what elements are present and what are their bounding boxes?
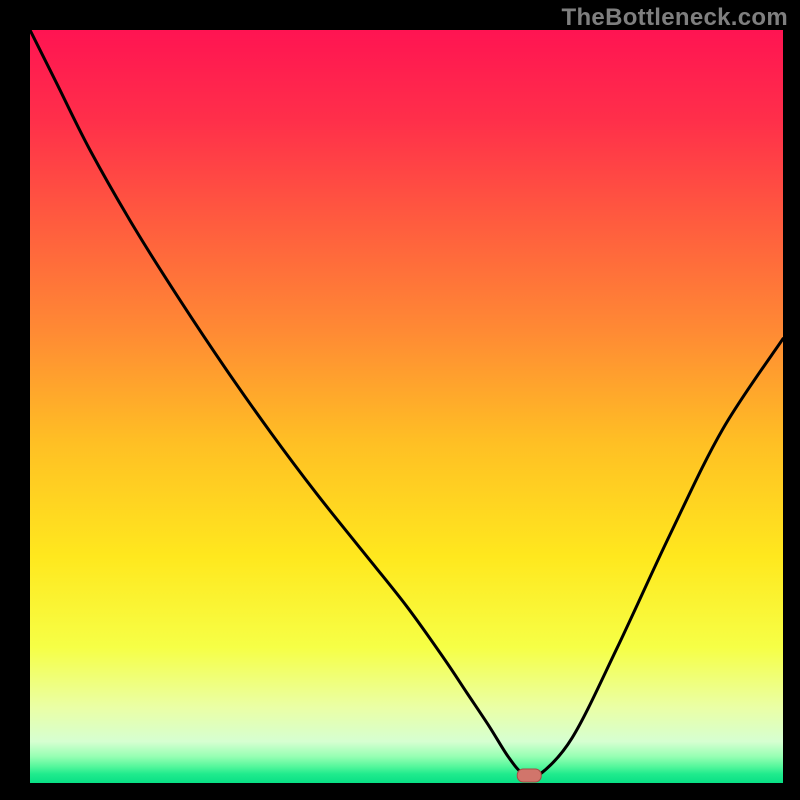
watermark-text: TheBottleneck.com	[562, 4, 788, 32]
bottleneck-chart	[30, 30, 783, 783]
optimum-marker	[517, 769, 541, 782]
plot-area	[30, 30, 783, 783]
gradient-background	[30, 30, 783, 783]
outer-frame: TheBottleneck.com	[0, 0, 800, 800]
